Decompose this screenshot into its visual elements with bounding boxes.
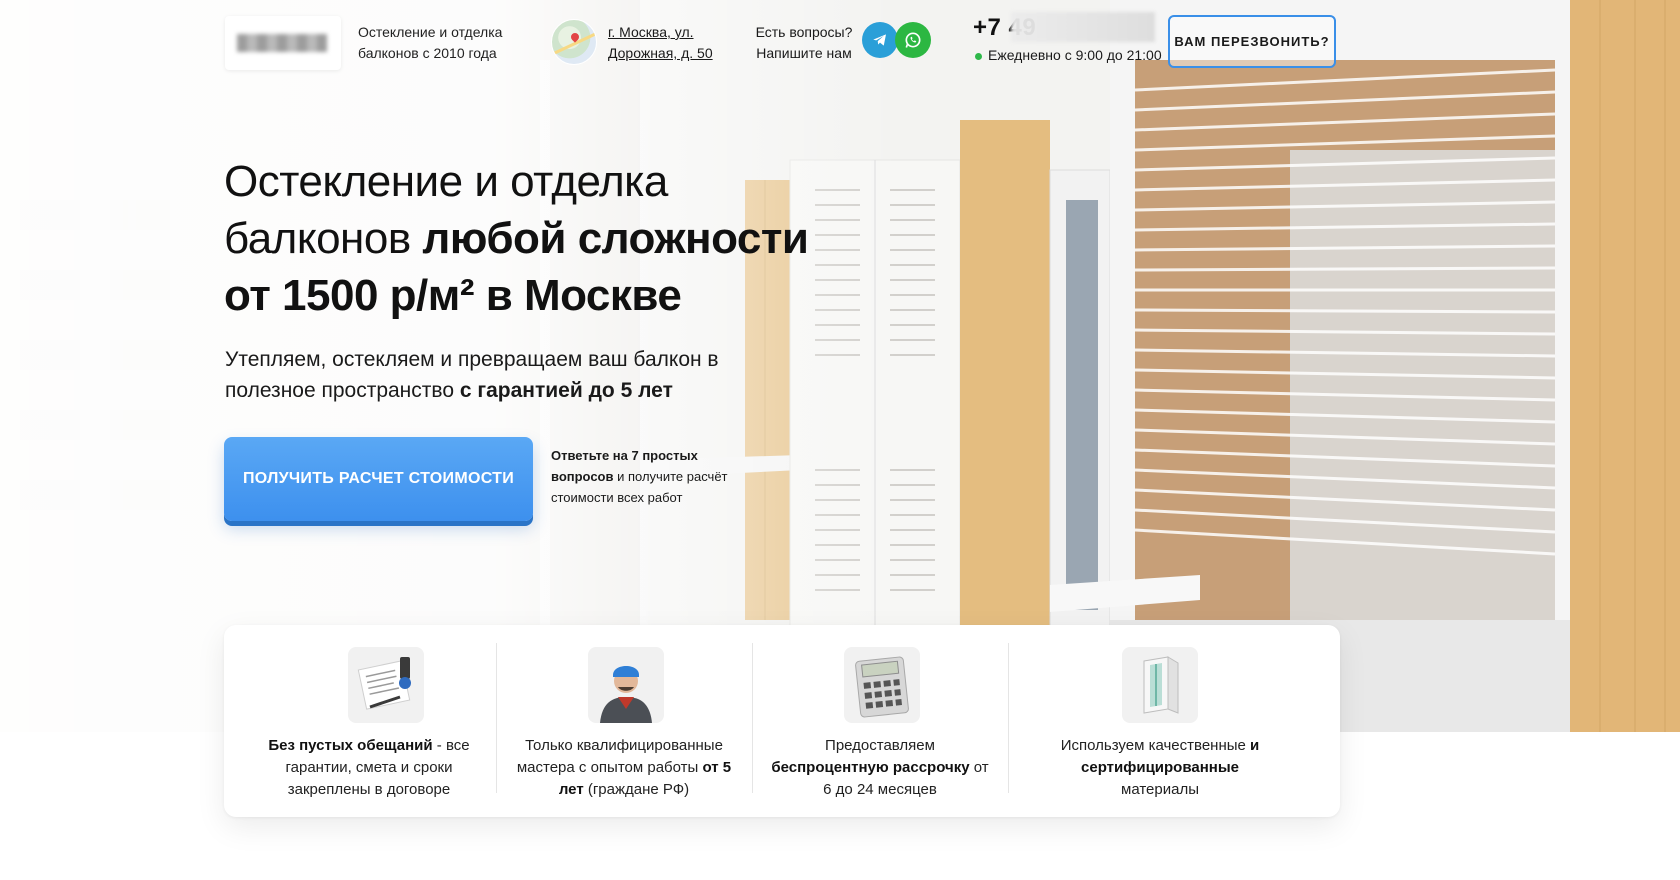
hero-title-line-3: от 1500 р/м² в Москве	[224, 267, 864, 324]
feature-text-after: материалы	[1121, 781, 1199, 798]
logo[interactable]	[225, 16, 341, 70]
feature-item: Предоставляем беспроцентную рассрочку от…	[752, 625, 1008, 817]
hero-title-line-1: Остекление и отделка	[224, 157, 668, 206]
feature-text: Без пустых обещаний - все гарантии, смет…	[264, 735, 474, 801]
phone-redacted	[1011, 12, 1155, 42]
telegram-icon[interactable]	[862, 22, 898, 58]
feature-text: Предоставляем беспроцентную рассрочку от…	[770, 735, 990, 801]
header-tagline: Остекление и отделка балконов с 2010 год…	[358, 24, 503, 61]
cta-note: Ответьте на 7 простых вопросов и получит…	[551, 445, 751, 508]
worker-icon	[588, 647, 664, 723]
features-card: Без пустых обещаний - все гарантии, смет…	[224, 625, 1340, 817]
calculator-icon	[844, 647, 920, 723]
feature-text-after: (граждане РФ)	[583, 781, 690, 798]
hero-title-line-3-bold: от 1500 р/м² в Москве	[224, 271, 682, 320]
questions-line-1: Есть вопросы?	[755, 24, 853, 40]
feature-text-before: Используем качественные	[1060, 737, 1251, 754]
feature-text-before: Предоставляем	[825, 737, 935, 754]
questions-line-2: Напишите нам	[756, 45, 852, 61]
feature-text: Только квалифицированные мастера с опыто…	[514, 735, 734, 801]
window-profile-icon	[1122, 647, 1198, 723]
feature-text-before: Только квалифицированные мастера с опыто…	[516, 737, 723, 776]
questions-label: Есть вопросы? Напишите нам	[748, 22, 860, 64]
hero-subtitle: Утепляем, остекляем и превращаем ваш бал…	[225, 344, 785, 406]
callback-button[interactable]: ВАМ ПЕРЕЗВОНИТЬ?	[1168, 15, 1336, 68]
address-line-1: г. Москва, ул.	[608, 24, 694, 40]
hero-title-line-2-bold: любой сложности	[422, 214, 809, 263]
hero-title-line-2: балконов любой сложности	[224, 210, 864, 267]
get-estimate-button[interactable]: ПОЛУЧИТЬ РАСЧЕТ СТОИМОСТИ	[224, 437, 533, 521]
address-link[interactable]: г. Москва, ул. Дорожная, д. 50	[608, 22, 748, 64]
address-line-2: Дорожная, д. 50	[608, 45, 713, 61]
feature-divider	[496, 643, 497, 793]
logo-redacted	[237, 34, 327, 52]
feature-divider	[1008, 643, 1009, 793]
feature-bold: беспроцентную рассрочку	[771, 759, 970, 776]
online-status-dot	[975, 52, 982, 60]
hero-title-line-2-normal: балконов	[224, 214, 423, 263]
feature-item: Только квалифицированные мастера с опыто…	[496, 625, 752, 817]
document-icon	[348, 647, 424, 723]
feature-divider	[752, 643, 753, 793]
hero-subtitle-bold: с гарантией до 5 лет	[459, 379, 673, 402]
feature-item: Используем качественные и сертифицирован…	[1008, 625, 1340, 817]
feature-bold: Без пустых обещаний	[268, 737, 433, 754]
feature-item: Без пустых обещаний - все гарантии, смет…	[224, 625, 496, 817]
whatsapp-icon[interactable]	[895, 22, 931, 58]
hours-text: Ежедневно с 9:00 до 21:00	[988, 47, 1162, 63]
hero-title: Остекление и отделка балконов любой слож…	[224, 153, 864, 324]
site-header: Остекление и отделка балконов с 2010 год…	[0, 0, 1680, 90]
map-icon[interactable]	[551, 19, 597, 65]
feature-text: Используем качественные и сертифицирован…	[1050, 735, 1270, 801]
working-hours: Ежедневно с 9:00 до 21:00	[975, 47, 1162, 63]
